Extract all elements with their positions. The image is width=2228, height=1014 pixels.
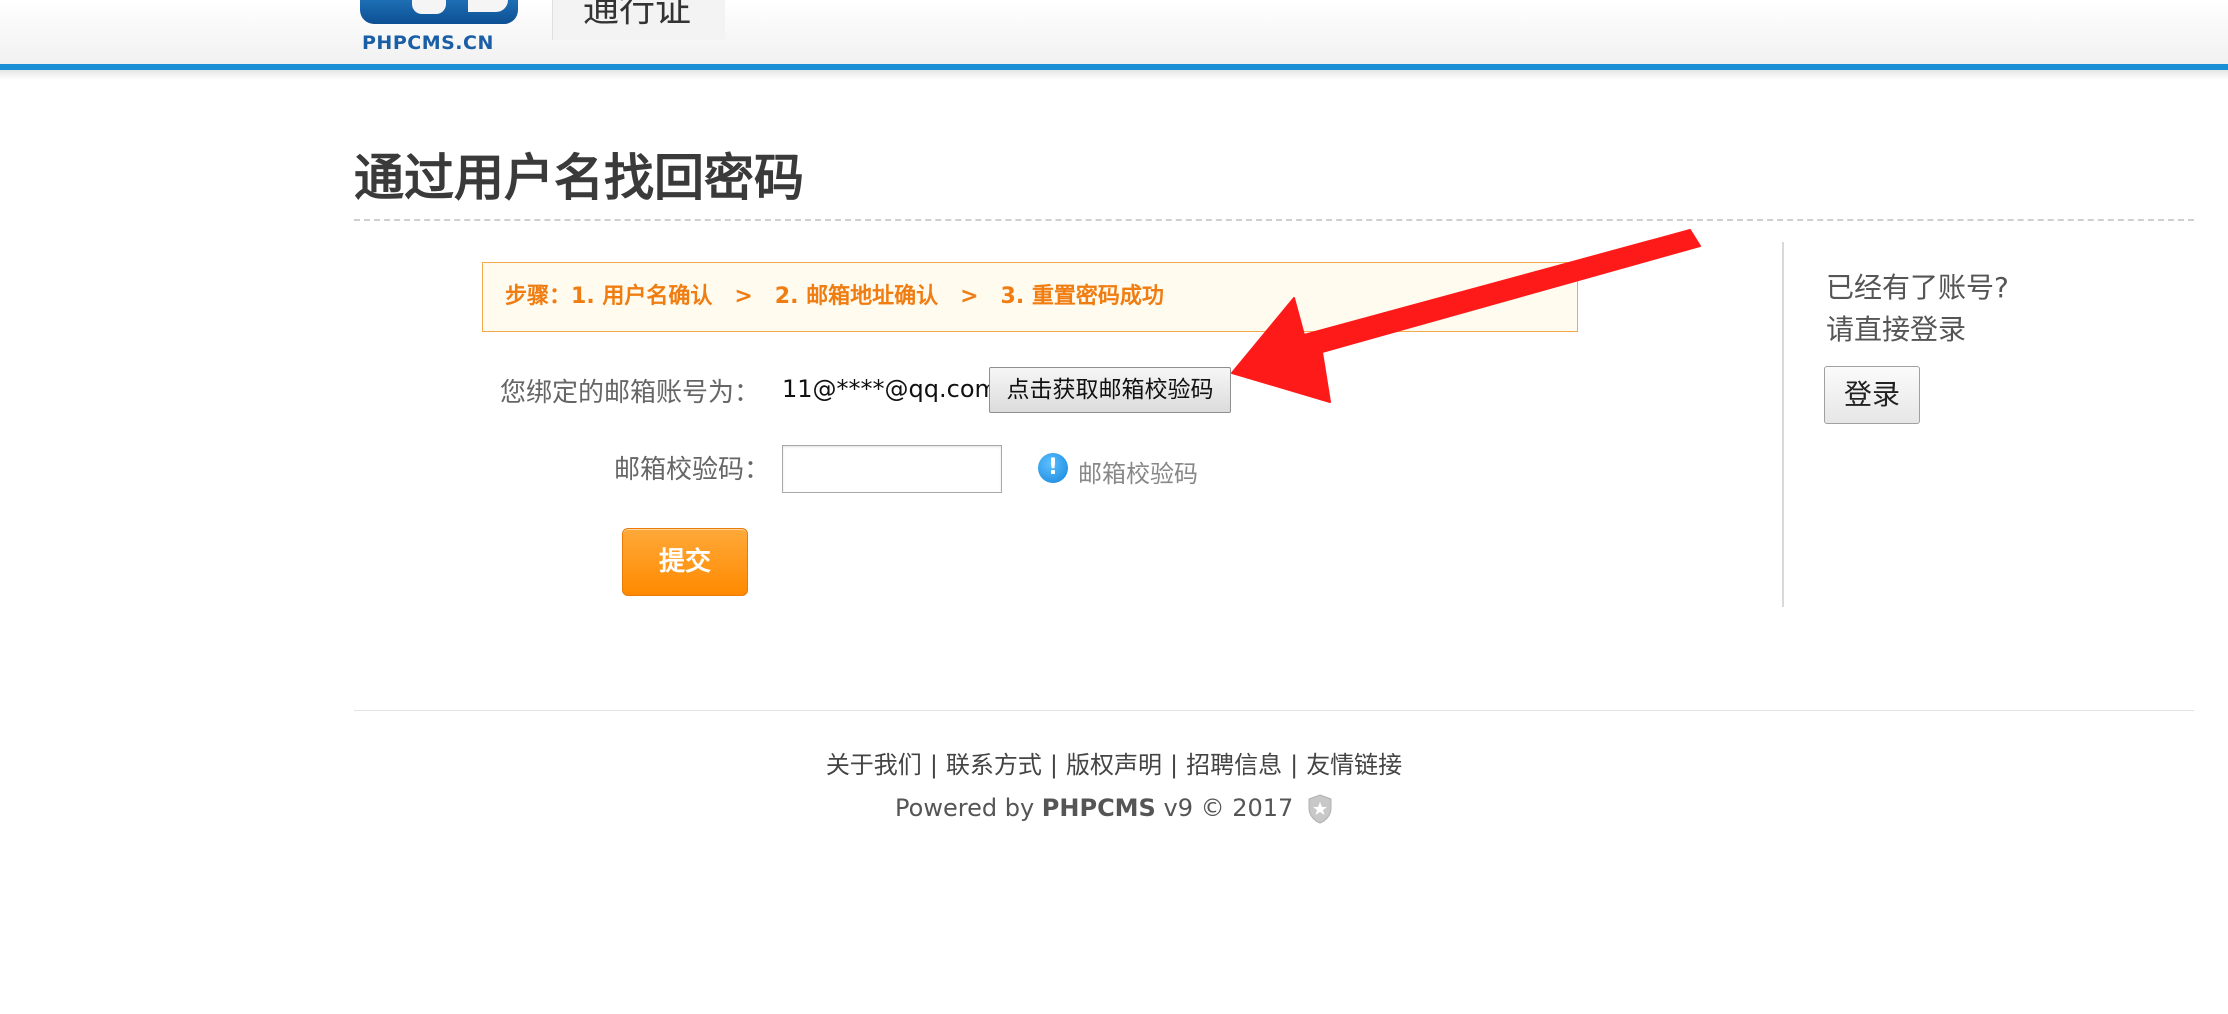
have-account-text: 已经有了账号? <box>1826 271 2009 304</box>
steps-bar: 步骤：1. 用户名确认 >2. 邮箱地址确认 >3. 重置密码成功 <box>482 262 1578 332</box>
login-prompt-text: 请直接登录 <box>1826 313 1967 346</box>
login-button[interactable]: 登录 <box>1824 366 1920 424</box>
footer-link-jobs[interactable]: 招聘信息 <box>1186 751 1282 779</box>
badge-icon <box>1308 794 1332 824</box>
footer-links: 关于我们 | 联系方式 | 版权声明 | 招聘信息 | 友情链接 <box>0 745 2228 780</box>
footer-separator: | <box>1049 751 1058 779</box>
email-value: 11@****@qq.com <box>782 375 998 403</box>
header-tab-passport[interactable]: 通行证 <box>552 0 725 40</box>
logo-text: PHPCMS.CN <box>362 32 494 54</box>
powered-by: Powered by PHPCMS v9 © 2017 <box>0 794 2228 824</box>
page-title: 通过用户名找回密码 <box>354 149 804 207</box>
code-hint: 邮箱校验码 <box>1078 460 1198 488</box>
footer-separator: | <box>1290 751 1299 779</box>
email-code-input[interactable] <box>782 445 1002 493</box>
steps-prefix: 步骤： <box>505 284 572 309</box>
footer-link-friends[interactable]: 友情链接 <box>1306 751 1402 779</box>
step-separator: > <box>960 284 979 309</box>
step-1: 1. 用户名确认 <box>571 284 713 309</box>
get-email-code-button[interactable]: 点击获取邮箱校验码 <box>989 367 1231 413</box>
step-separator: > <box>734 284 753 309</box>
footer-link-contact[interactable]: 联系方式 <box>946 751 1042 779</box>
footer-link-about[interactable]: 关于我们 <box>826 751 922 779</box>
powered-brand: PHPCMS <box>1041 794 1156 822</box>
red-arrow-annotation <box>1231 229 1701 403</box>
logo-mark <box>360 0 518 24</box>
powered-suffix: v9 © 2017 <box>1163 794 1294 822</box>
footer-separator: | <box>929 751 938 779</box>
footer-divider <box>354 710 2194 711</box>
phpcms-logo[interactable]: PHPCMS.CN <box>360 0 518 56</box>
page: PHPCMS.CN 通行证 通过用户名找回密码 步骤：1. 用户名确认 >2. 邮… <box>0 0 2228 1014</box>
site-header: PHPCMS.CN 通行证 <box>0 0 2228 70</box>
footer-separator: | <box>1170 751 1179 779</box>
step-2: 2. 邮箱地址确认 <box>774 284 939 309</box>
vertical-divider <box>1782 242 1784 607</box>
footer-link-copyright[interactable]: 版权声明 <box>1066 751 1162 779</box>
header-tab-label: 通行证 <box>583 0 692 30</box>
info-icon: ! <box>1038 453 1068 483</box>
code-label: 邮箱校验码： <box>614 455 771 485</box>
title-divider <box>354 219 2194 221</box>
powered-prefix: Powered by <box>895 794 1035 822</box>
email-label: 您绑定的邮箱账号为： <box>500 378 761 408</box>
submit-button[interactable]: 提交 <box>622 528 748 596</box>
step-3: 3. 重置密码成功 <box>1000 284 1164 309</box>
